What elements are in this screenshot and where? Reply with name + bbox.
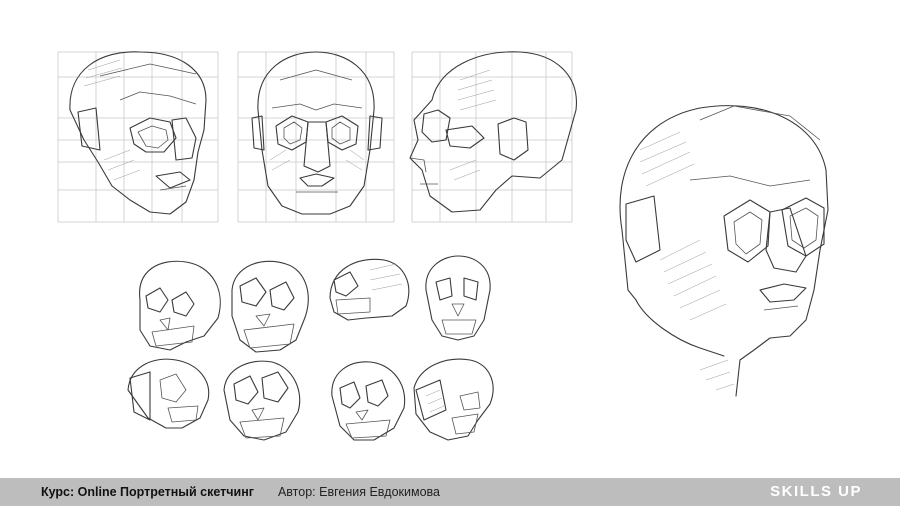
course-title: Курс: Online Портретный скетчинг xyxy=(41,485,254,499)
proportion-grid-2 xyxy=(237,51,395,223)
skull-sketch-row-1 xyxy=(139,255,491,353)
large-head-sketch xyxy=(619,105,829,397)
footer-bar: Курс: Online Портретный скетчинг Автор: … xyxy=(0,478,900,506)
sketch-artwork xyxy=(57,51,829,441)
proportion-grid-3 xyxy=(411,51,573,223)
author-name: Автор: Евгения Евдокимова xyxy=(277,485,440,499)
brand-logo: SKILLS UP xyxy=(770,483,862,500)
skull-sketch-4 xyxy=(425,255,491,341)
skull-sketch-1 xyxy=(139,260,221,351)
skull-sketch-6 xyxy=(223,360,301,441)
head-sketch-profile xyxy=(409,51,577,223)
skull-sketch-8 xyxy=(413,358,494,441)
head-sketch-three-quarter xyxy=(57,51,219,223)
skull-sketch-row-2 xyxy=(127,358,494,441)
head-sketch-front xyxy=(237,51,395,223)
skull-sketch-2 xyxy=(231,260,309,353)
skull-sketch-5 xyxy=(127,358,210,429)
skull-sketch-3 xyxy=(329,258,410,321)
skull-sketch-7 xyxy=(331,361,406,441)
